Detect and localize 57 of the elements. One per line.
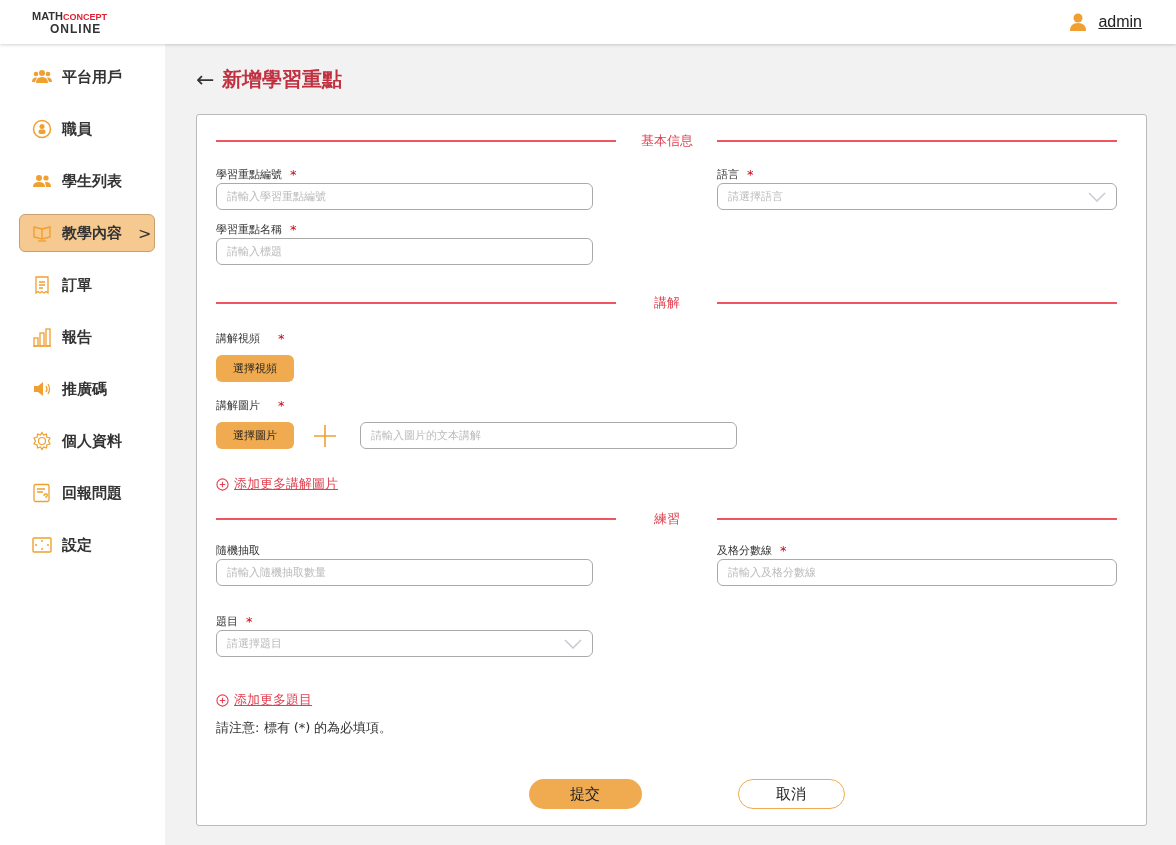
field-label: 題目 <box>216 613 238 629</box>
sidebar-item[interactable]: 推廣碼 <box>19 370 155 408</box>
field-label: 學習重點編號 <box>216 166 282 182</box>
submit-button[interactable]: 提交 <box>528 779 642 809</box>
sidebar-item[interactable]: 回報問題 <box>19 474 155 512</box>
sidebar-item[interactable]: 學生列表 <box>19 162 155 200</box>
input-field[interactable]: 請輸入圖片的文本講解 <box>360 422 737 449</box>
required-mark: * <box>278 330 285 346</box>
field-label: 語言 <box>717 166 739 182</box>
choose-file-button[interactable]: 選擇視頻 <box>216 355 294 382</box>
section-title: 練習 <box>652 510 681 528</box>
field-label: 及格分數線 <box>717 542 772 558</box>
question-note-icon <box>32 483 52 503</box>
required-note: 請注意: 標有 (*) 的為必填項。 <box>216 719 394 737</box>
field-label: 講解圖片 <box>216 397 260 413</box>
add-circle-icon[interactable] <box>216 693 229 707</box>
user-link[interactable]: admin <box>1098 13 1142 31</box>
required-mark: * <box>290 166 297 182</box>
user-icon <box>1070 13 1087 31</box>
section-title: 講解 <box>652 294 681 312</box>
speaker-icon <box>32 379 52 399</box>
input-field[interactable]: 請輸入隨機抽取數量 <box>216 559 593 586</box>
add-circle-icon[interactable] <box>216 477 229 491</box>
sidebar-item[interactable]: 平台用戶 <box>19 58 155 96</box>
add-more-link[interactable]: 添加更多講解圖片 <box>234 475 338 493</box>
person-icon <box>32 119 52 139</box>
choose-file-button[interactable]: 選擇圖片 <box>216 422 294 449</box>
sidebar-item[interactable]: 個人資料 <box>19 422 155 460</box>
sidebar-item[interactable]: 設定 <box>19 526 155 564</box>
add-more-link[interactable]: 添加更多題目 <box>234 691 312 709</box>
logo: MATHCONCEPT ONLINE <box>32 9 107 35</box>
gear-icon <box>32 431 52 451</box>
required-mark: * <box>278 397 285 413</box>
field-label: 隨機抽取 <box>216 542 260 558</box>
required-mark: * <box>780 542 787 558</box>
book-icon <box>32 223 52 243</box>
sidebar-item[interactable]: 報告 <box>19 318 155 356</box>
required-mark: * <box>290 221 297 237</box>
receipt-icon <box>32 275 52 295</box>
page-title: 新增學習重點 <box>222 65 343 93</box>
chevron-down-icon <box>564 638 582 649</box>
sidebar-item[interactable]: 訂單 <box>19 266 155 304</box>
frame-icon <box>32 535 52 555</box>
sidebar-item[interactable]: 教學內容 > <box>19 214 155 252</box>
cancel-button[interactable]: 取消 <box>737 779 845 809</box>
required-mark: * <box>246 613 253 629</box>
required-mark: * <box>747 166 754 182</box>
sidebar-item[interactable]: 職員 <box>19 110 155 148</box>
field-label: 學習重點名稱 <box>216 221 282 237</box>
input-field[interactable]: 請輸入標題 <box>216 238 593 265</box>
input-field[interactable]: 請輸入及格分數線 <box>717 559 1117 586</box>
section-title: 基本信息 <box>639 132 694 150</box>
input-field[interactable]: 請輸入學習重點編號 <box>216 183 593 210</box>
field-label: 講解視頻 <box>216 330 260 346</box>
chevron-down-icon <box>1088 191 1106 202</box>
back-arrow[interactable]: ← <box>196 66 215 92</box>
bar-chart-icon <box>32 327 52 347</box>
